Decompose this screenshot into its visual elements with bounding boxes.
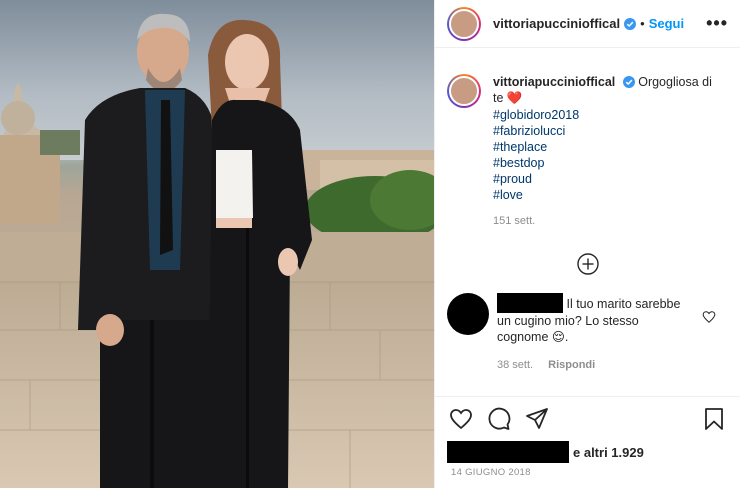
hashtag-link[interactable]: #theplace [493,139,723,155]
caption-author-avatar-image [449,76,479,106]
reply-button[interactable]: Rispondi [548,359,595,371]
comment-item: Il tuo marito sarebbe un cugino mio? Lo … [447,293,728,373]
comment-meta: 38 sett. Rispondi [497,357,693,373]
follow-button[interactable]: Segui [649,16,684,31]
post-actions-section: e altri 1.929 14 GIUGNO 2018 [435,396,740,488]
hashtag-link[interactable]: #fabriziolucci [493,123,723,139]
verified-badge-icon [622,76,635,88]
liker-username-redacted [447,441,569,463]
heart-icon[interactable] [702,310,716,324]
likes-text: e altri 1.929 [573,444,644,460]
caption-username[interactable]: vittoriapuccinioffical [493,75,615,89]
post-header: vittoriapuccinioffical • Segui ••• [435,0,740,48]
caption-timestamp[interactable]: 151 sett. [493,213,723,229]
verified-badge-icon [624,17,637,30]
author-avatar-image [449,8,479,39]
hashtag-link[interactable]: #globidoro2018 [493,107,723,123]
heart-emoji: ❤️ [506,91,523,105]
hashtag-link[interactable]: #bestdop [493,155,723,171]
caption: vittoriapuccinioffical Orgogliosa di te … [447,74,728,229]
post-photo-illustration [0,0,434,488]
hashtag-list: #globidoro2018 #fabriziolucci #theplace … [493,107,723,203]
commenter-avatar-redacted[interactable] [447,293,489,335]
action-icons [449,407,726,431]
share-icon[interactable] [525,407,549,431]
comment-body: Il tuo marito sarebbe un cugino mio? Lo … [497,293,693,373]
author-username[interactable]: vittoriapuccinioffical [493,16,620,31]
plus-circle-icon[interactable] [576,252,600,276]
commenter-username-redacted[interactable] [497,293,563,313]
comment-icon[interactable] [487,407,511,431]
post-date[interactable]: 14 GIUGNO 2018 [451,467,531,478]
caption-text-block: vittoriapuccinioffical Orgogliosa di te … [493,74,723,229]
post-photo[interactable] [0,0,434,488]
bookmark-icon[interactable] [702,407,726,431]
caption-author-avatar[interactable] [447,74,481,108]
more-options-icon[interactable]: ••• [706,13,728,34]
author-avatar[interactable] [447,6,481,41]
hashtag-link[interactable]: #love [493,187,723,203]
post-detail-panel: vittoriapuccinioffical • Segui ••• vitto… [434,0,740,488]
likes-count[interactable]: e altri 1.929 [447,441,644,463]
heart-icon[interactable] [449,407,473,431]
comment-timestamp[interactable]: 38 sett. [497,359,533,371]
hashtag-link[interactable]: #proud [493,171,723,187]
separator-dot: • [640,16,645,31]
